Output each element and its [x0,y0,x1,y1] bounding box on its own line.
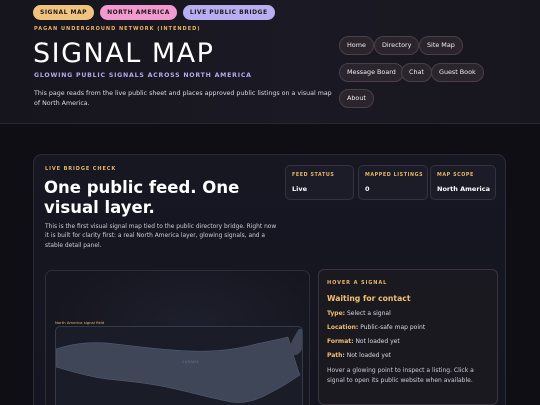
signal-map[interactable]: North America signal field [45,270,310,405]
detail-key: Location: [327,324,359,331]
detail-key: Path: [327,352,345,359]
tag-pills: SIGNAL MAP NORTH AMERICA LIVE PUBLIC BRI… [33,5,275,20]
stat-label: MAP SCOPE [437,173,474,178]
site-header: SIGNAL MAP NORTH AMERICA LIVE PUBLIC BRI… [0,0,540,124]
nav-message-board[interactable]: Message Board [339,63,404,82]
detail-path: Path: Not loaded yet [327,352,391,359]
stat-value: North America [437,185,490,193]
hover-kicker: HOVER A SIGNAL [327,280,388,286]
pill-north-america[interactable]: NORTH AMERICA [100,5,177,20]
live-bridge-panel: LIVE BRIDGE CHECK One public feed. One v… [33,154,506,405]
stat-label: MAPPED LISTINGS [365,173,424,178]
stat-label: FEED STATUS [292,173,335,178]
detail-value: Public-safe map point [360,324,426,331]
nav-chat[interactable]: Chat [401,63,432,82]
panel-kicker: LIVE BRIDGE CHECK [45,166,117,172]
stat-map-scope: MAP SCOPE North America [430,165,496,200]
stat-value: 0 [365,185,370,193]
map-field[interactable] [55,326,303,405]
panel-description: This is the first visual signal map tied… [45,224,277,249]
hover-title: Waiting for contact [327,294,411,303]
pill-live-public-bridge[interactable]: LIVE PUBLIC BRIDGE [182,5,275,20]
detail-key: Type: [327,310,346,317]
page-description: This page reads from the live public she… [34,90,332,107]
page-title: SIGNAL MAP [33,38,215,69]
panel-title: One public feed. One visual layer. [44,178,240,217]
nav-site-map[interactable]: Site Map [419,36,463,55]
page-subtitle: GLOWING PUBLIC SIGNALS ACROSS NORTH AMER… [34,72,252,79]
signal-detail-panel: HOVER A SIGNAL Waiting for contact Type:… [318,269,498,405]
detail-value: Not loaded yet [346,352,391,359]
nav-guest-book[interactable]: Guest Book [431,63,484,82]
nav-home[interactable]: Home [339,36,374,55]
detail-value: Not loaded yet [355,338,400,345]
nav-directory[interactable]: Directory [374,36,420,55]
nav-about[interactable]: About [339,89,374,108]
region-label-canada: CANADA [182,360,200,364]
detail-key: Format: [327,338,354,345]
hover-instructions: Hover a glowing point to inspect a listi… [327,367,474,384]
detail-type: Type: Select a signal [327,310,391,317]
north-america-shape [56,329,302,403]
pill-signal-map[interactable]: SIGNAL MAP [33,5,95,20]
detail-format: Format: Not loaded yet [327,338,400,345]
detail-location: Location: Public-safe map point [327,324,425,331]
stat-feed-status: FEED STATUS Live [285,165,354,200]
detail-value: Select a signal [346,310,391,317]
stat-value: Live [292,185,308,193]
map-field-label: North America signal field [55,320,105,325]
stat-mapped-listings: MAPPED LISTINGS 0 [358,165,428,200]
network-kicker: PAGAN UNDERGROUND NETWORK (INTENDED) [34,26,201,32]
